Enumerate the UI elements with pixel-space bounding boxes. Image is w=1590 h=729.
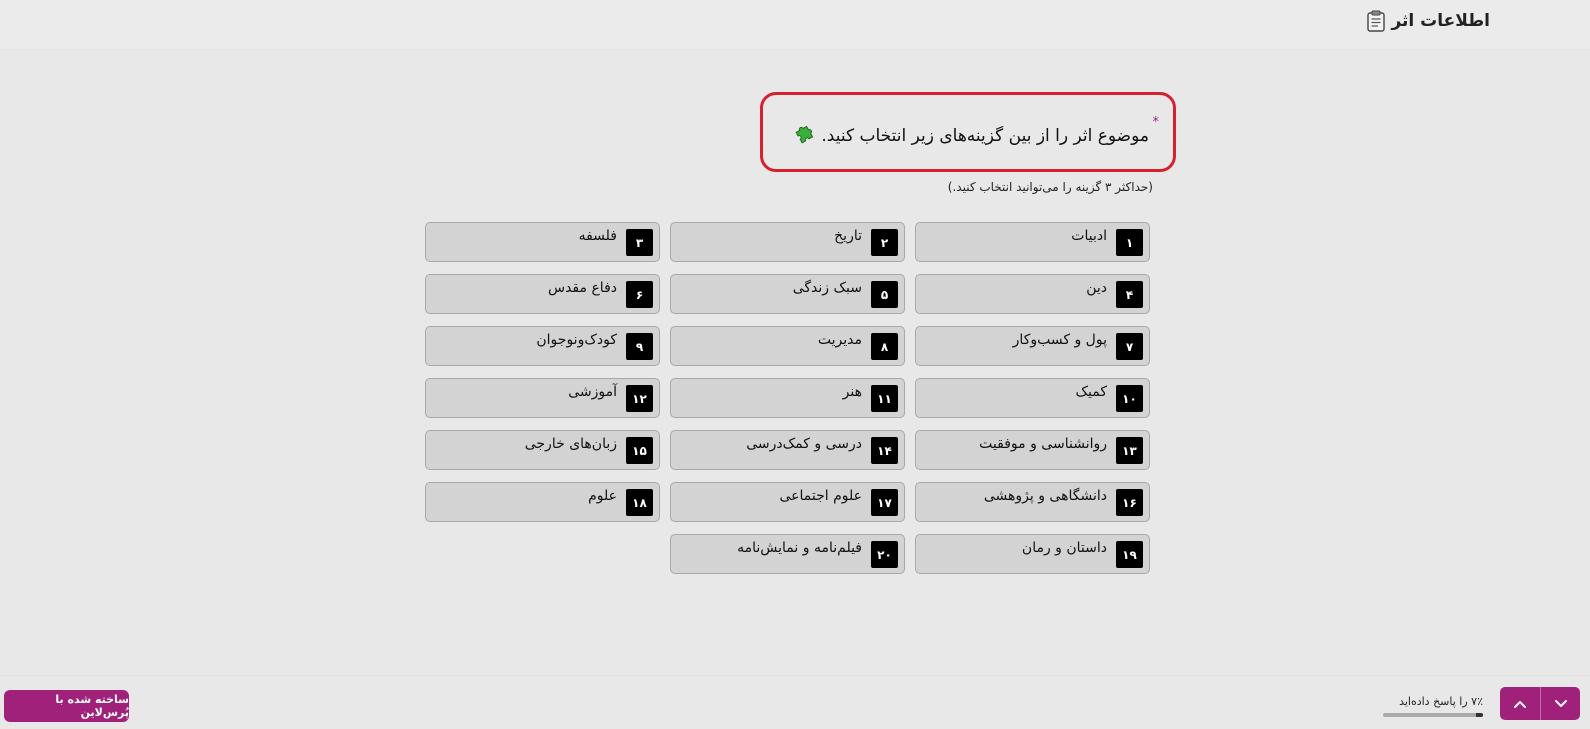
option-label: درسی و کمک‌درسی	[746, 436, 862, 452]
clipboard-icon	[1367, 10, 1386, 32]
next-question-button[interactable]	[1540, 687, 1580, 720]
option-label: زبان‌های خارجی	[524, 436, 617, 452]
question-navigation	[1500, 687, 1580, 720]
option-19[interactable]: ۱۹ داستان و رمان	[915, 534, 1150, 574]
option-16[interactable]: ۱۶ دانشگاهی و پژوهشی	[915, 482, 1150, 522]
option-label: داستان و رمان	[1021, 540, 1107, 556]
question-hint: (حداکثر ۳ گزینه را می‌توانید انتخاب کنید…	[947, 180, 1153, 194]
option-1[interactable]: ۱ ادبیات	[915, 222, 1150, 262]
option-15[interactable]: ۱۵ زبان‌های خارجی	[425, 430, 660, 470]
option-9[interactable]: ۹ کودک‌ونوجوان	[425, 326, 660, 366]
option-label: ادبیات	[1071, 228, 1107, 244]
option-label: علوم اجتماعی	[779, 488, 863, 504]
option-5[interactable]: ۵ سبک زندگی	[670, 274, 905, 314]
option-key: ۴	[1116, 281, 1143, 308]
option-label: پول و کسب‌وکار	[1012, 332, 1107, 348]
progress-fill	[1476, 713, 1483, 717]
question-box: * موضوع اثر را از بین گزینه‌های زیر انتخ…	[760, 92, 1176, 172]
option-key: ۱۱	[871, 385, 898, 412]
question-text: موضوع اثر را از بین گزینه‌های زیر انتخاب…	[821, 126, 1149, 146]
option-key: ۱۵	[626, 437, 653, 464]
option-13[interactable]: ۱۳ روانشناسی و موفقیت	[915, 430, 1150, 470]
option-label: دین	[1086, 280, 1107, 296]
previous-question-button[interactable]	[1500, 687, 1540, 720]
option-10[interactable]: ۱۰ کمیک	[915, 378, 1150, 418]
progress-text: ۷٪ را پاسخ داده‌اید	[1399, 695, 1483, 708]
required-marker: *	[1152, 115, 1160, 130]
option-key: ۲	[871, 229, 898, 256]
puzzle-icon	[795, 125, 814, 144]
option-20[interactable]: ۲۰ فیلم‌نامه و نمایش‌نامه	[670, 534, 905, 574]
chevron-up-icon	[1514, 700, 1526, 708]
option-label: فیلم‌نامه و نمایش‌نامه	[737, 540, 862, 556]
option-label: تاریخ	[834, 228, 862, 244]
brand-link-button[interactable]: ساخته شده با پُرس‌لاین	[4, 690, 129, 722]
option-key: ۱۷	[871, 489, 898, 516]
option-17[interactable]: ۱۷ علوم اجتماعی	[670, 482, 905, 522]
option-label: سبک زندگی	[792, 280, 862, 296]
option-key: ۱۳	[1116, 437, 1143, 464]
progress-bar	[1383, 713, 1483, 717]
option-2[interactable]: ۲ تاریخ	[670, 222, 905, 262]
chevron-down-icon	[1554, 699, 1567, 707]
option-key: ۱۹	[1116, 541, 1143, 568]
option-8[interactable]: ۸ مدیریت	[670, 326, 905, 366]
option-key: ۲۰	[871, 541, 898, 568]
option-key: ۳	[626, 229, 653, 256]
option-6[interactable]: ۶ دفاع مقدس	[425, 274, 660, 314]
option-7[interactable]: ۷ پول و کسب‌وکار	[915, 326, 1150, 366]
question-row: * موضوع اثر را از بین گزینه‌های زیر انتخ…	[793, 115, 1159, 147]
option-key: ۱	[1116, 229, 1143, 256]
option-key: ۹	[626, 333, 653, 360]
option-key: ۱۲	[626, 385, 653, 412]
option-label: کمیک	[1075, 384, 1107, 400]
option-label: علوم	[588, 488, 617, 504]
option-label: دانشگاهی و پژوهشی	[983, 488, 1107, 504]
option-key: ۶	[626, 281, 653, 308]
option-key: ۱۸	[626, 489, 653, 516]
survey-page: اطلاعات اثر * موضوع اثر را از بین گزینه‌…	[0, 0, 1590, 729]
section-title: اطلاعات اثر	[1367, 10, 1490, 32]
option-14[interactable]: ۱۴ درسی و کمک‌درسی	[670, 430, 905, 470]
header-bar: اطلاعات اثر	[0, 0, 1590, 50]
option-18[interactable]: ۱۸ علوم	[425, 482, 660, 522]
option-11[interactable]: ۱۱ هنر	[670, 378, 905, 418]
option-key: ۱۰	[1116, 385, 1143, 412]
option-label: کودک‌ونوجوان	[536, 332, 617, 348]
option-key: ۱۴	[871, 437, 898, 464]
option-key: ۸	[871, 333, 898, 360]
option-label: هنر	[842, 384, 862, 400]
option-label: دفاع مقدس	[547, 280, 617, 296]
option-label: آموزشی	[568, 384, 617, 400]
option-12[interactable]: ۱۲ آموزشی	[425, 378, 660, 418]
option-label: روانشناسی و موفقیت	[979, 436, 1107, 452]
footer-bar: ساخته شده با پُرس‌لاین ۷٪ را پاسخ داده‌ا…	[0, 675, 1590, 729]
option-3[interactable]: ۳ فلسفه	[425, 222, 660, 262]
section-title-text: اطلاعات اثر	[1391, 11, 1490, 31]
option-key: ۱۶	[1116, 489, 1143, 516]
option-label: مدیریت	[817, 332, 862, 348]
option-4[interactable]: ۴ دین	[915, 274, 1150, 314]
option-label: فلسفه	[578, 228, 617, 244]
option-key: ۷	[1116, 333, 1143, 360]
option-key: ۵	[871, 281, 898, 308]
